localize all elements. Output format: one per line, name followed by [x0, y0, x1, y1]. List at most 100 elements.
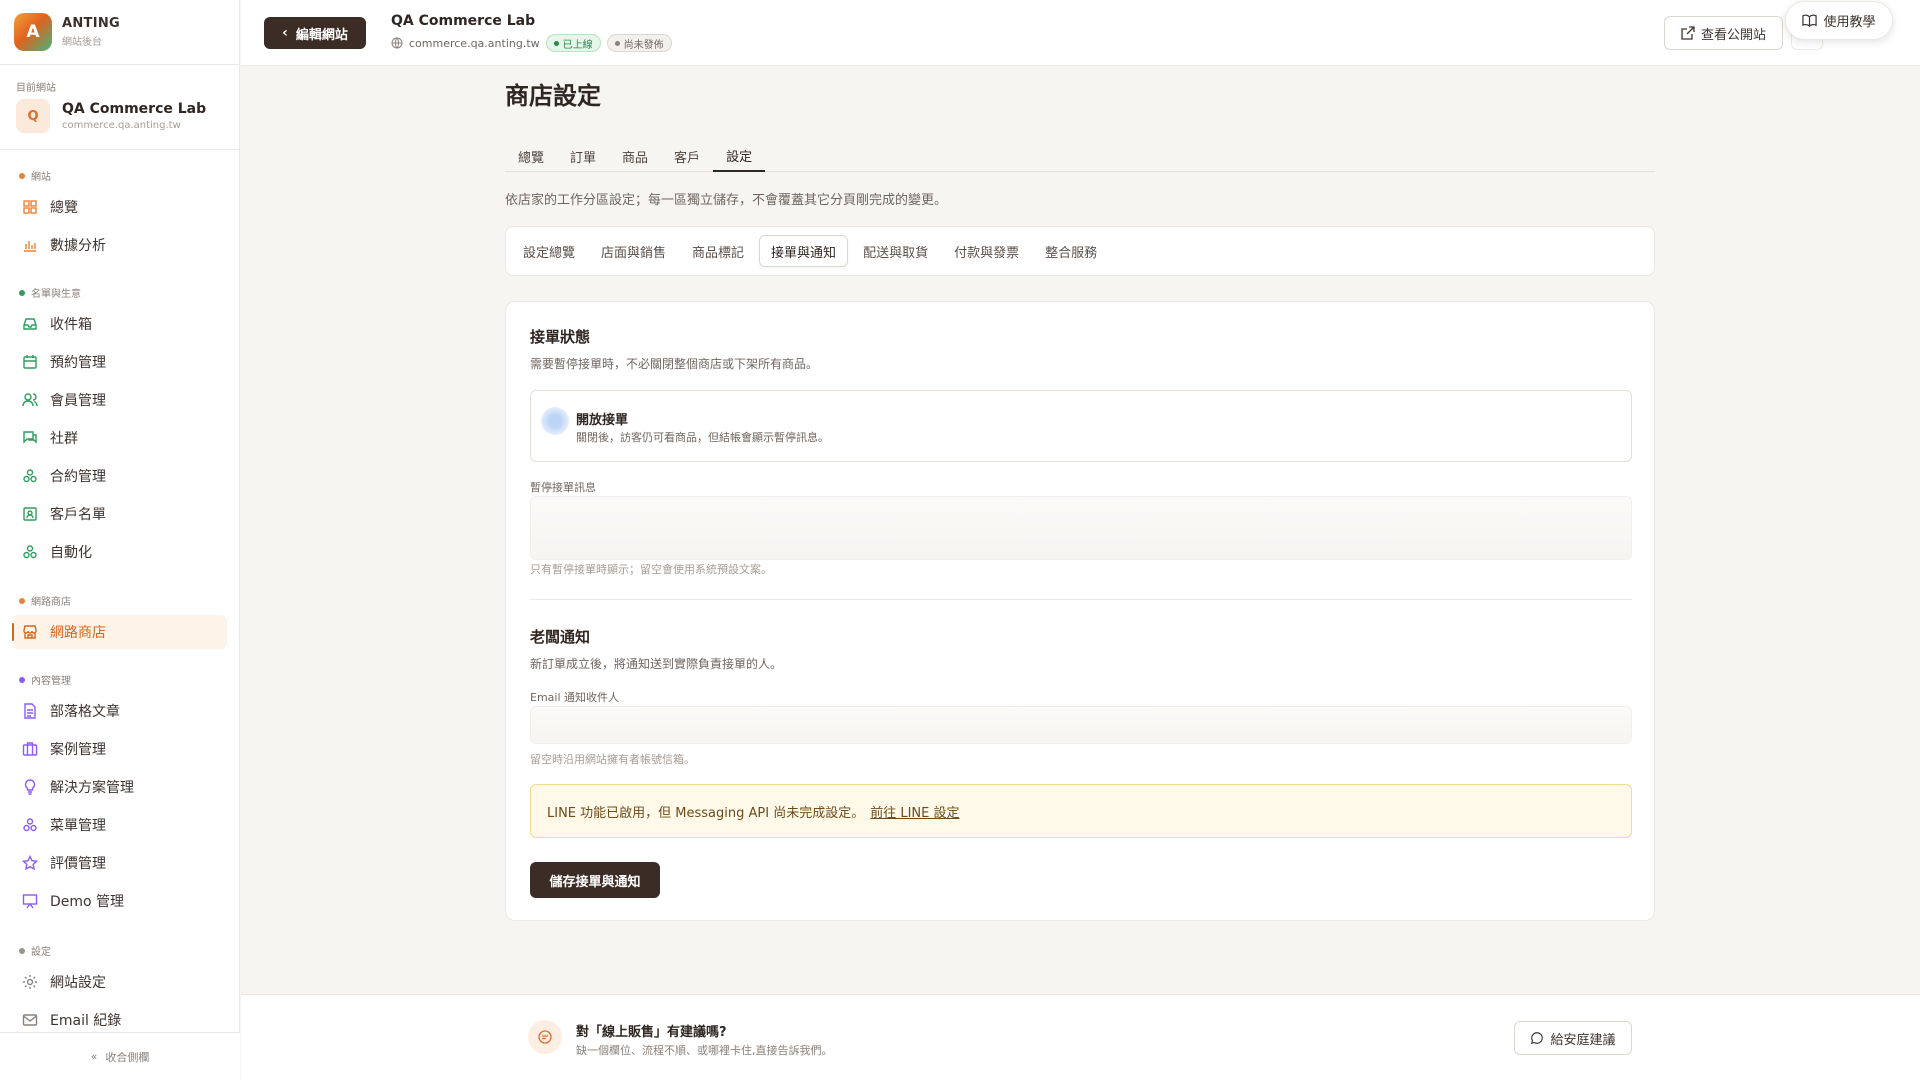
subtab-integrations[interactable]: 整合服務: [1034, 235, 1108, 267]
sidebar-item-label: 總覽: [50, 200, 78, 216]
sidebar-item-blog[interactable]: 部落格文章: [12, 694, 227, 728]
sidebar-item-members[interactable]: 會員管理: [12, 383, 227, 417]
sidebar-item-booking[interactable]: 預約管理: [12, 345, 227, 379]
sidebar-item-community[interactable]: 社群: [12, 421, 227, 455]
sidebar-item-label: 部落格文章: [50, 704, 120, 720]
current-site-caption: 目前網站: [16, 83, 56, 94]
sidebar-item-site-settings[interactable]: 網站設定: [12, 965, 227, 999]
tab-orders[interactable]: 訂單: [557, 140, 609, 172]
page-title: 商店設定: [505, 82, 601, 110]
brand-logo: A: [14, 13, 52, 51]
calendar-icon: [23, 355, 37, 369]
sidebar-item-label: 數據分析: [50, 238, 106, 254]
sidebar-item-store[interactable]: 網路商店: [12, 615, 227, 649]
sidebar-item-overview[interactable]: 總覽: [12, 190, 227, 224]
subtab-shipping[interactable]: 配送與取貨: [852, 235, 939, 267]
give-feedback-button[interactable]: 給安庭建議: [1514, 1021, 1632, 1055]
sidebar-item-clients[interactable]: 客戶名單: [12, 497, 227, 531]
site-name: QA Commerce Lab: [62, 101, 207, 117]
subtab-product-tags[interactable]: 商品標記: [681, 235, 755, 267]
grid-icon: [23, 200, 37, 214]
orders-notifications-card: 接單狀態 需要暫停接單時，不必關閉整個商店或下架所有商品。 開放接單 關閉後，訪…: [505, 301, 1655, 921]
tab-overview[interactable]: 總覽: [505, 140, 557, 172]
sidebar-item-label: 評價管理: [50, 856, 106, 872]
sidebar-item-cases[interactable]: 案例管理: [12, 732, 227, 766]
sidebar-item-label: 網站設定: [50, 975, 106, 991]
section-dot: [19, 289, 25, 296]
sidebar-item-automation[interactable]: 自動化: [12, 535, 227, 569]
sidebar-item-inbox[interactable]: 收件箱: [12, 307, 227, 341]
tutorial-label: 使用教學: [1823, 15, 1876, 30]
cluster-icon: [23, 469, 37, 483]
edit-site-button[interactable]: ‹ 編輯網站: [264, 17, 366, 49]
sidebar-item-label: 社群: [50, 431, 78, 447]
sidebar-item-analytics[interactable]: 數據分析: [12, 228, 227, 262]
cluster-icon: [23, 818, 37, 832]
mail-icon: [22, 1014, 38, 1026]
pause-message-label: 暫停接單訊息: [530, 481, 596, 494]
chat-icon: [23, 431, 37, 444]
sidebar-item-label: Email 紀錄: [50, 1013, 122, 1029]
inbox-icon: [23, 318, 37, 330]
view-public-site-button[interactable]: 查看公開站: [1664, 16, 1783, 50]
sidebar-item-contracts[interactable]: 合約管理: [12, 459, 227, 493]
brand-name: ANTING: [62, 16, 120, 31]
sidebar-item-solutions[interactable]: 解決方案管理: [12, 770, 227, 804]
site-url: commerce.qa.anting.tw: [62, 120, 181, 131]
email-recipient-hint: 留空時沿用網站擁有者帳號信箱。: [530, 753, 695, 766]
section-divider: [530, 599, 1632, 600]
accept-orders-toggle[interactable]: [541, 407, 569, 435]
section-content: 內容管理: [19, 672, 71, 687]
line-settings-link[interactable]: 前往 LINE 設定: [870, 802, 959, 821]
presentation-icon: [22, 894, 38, 909]
book-icon: [1802, 14, 1818, 27]
sidebar-item-menu[interactable]: 菜單管理: [12, 808, 227, 842]
site-avatar: Q: [16, 99, 50, 133]
sidebar-item-label: 案例管理: [50, 742, 106, 758]
email-recipient-input[interactable]: [530, 706, 1632, 744]
tab-products[interactable]: 商品: [609, 140, 661, 172]
collapse-label: 收合側欄: [105, 1050, 150, 1064]
subtab-settings-overview[interactable]: 設定總覽: [512, 235, 586, 267]
sidebar-item-label: 菜單管理: [50, 818, 106, 834]
pause-message-hint: 只有暫停接單時顯示；留空會使用系統預設文案。: [530, 563, 772, 576]
subtab-payment-invoice[interactable]: 付款與發票: [943, 235, 1030, 267]
collapse-sidebar-button[interactable]: « 收合側欄: [0, 1032, 240, 1080]
sidebar-item-demo[interactable]: Demo 管理: [12, 884, 227, 918]
lightbulb-icon: [24, 779, 36, 795]
status-badge-draft: 尚未發佈: [606, 34, 672, 52]
feedback-subtitle: 缺一個欄位、流程不順、或哪裡卡住,直接告訴我們。: [576, 1044, 833, 1057]
owner-notify-title: 老闆通知: [530, 628, 591, 646]
section-website: 網站: [19, 168, 51, 183]
view-site-label: 查看公開站: [1700, 27, 1766, 43]
section-label: 設定: [31, 947, 51, 958]
line-setup-alert: LINE 功能已啟用，但 Messaging API 尚未完成設定。 前往 LI…: [530, 784, 1632, 838]
accept-orders-desc: 關閉後，訪客仍可看商品，但結帳會顯示暫停訊息。: [576, 431, 829, 444]
sidebar-item-label: 收件箱: [50, 317, 92, 333]
brand[interactable]: A ANTING 網站後台: [14, 13, 120, 51]
divider: [0, 149, 240, 150]
bar-chart-icon: [24, 241, 36, 252]
feedback-icon: [528, 1020, 562, 1054]
sidebar-item-label: 預約管理: [50, 355, 106, 371]
order-status-title: 接單狀態: [530, 328, 591, 346]
feedback-footer: 對「線上販售」有建議嗎? 缺一個欄位、流程不順、或哪裡卡住,直接告訴我們。 給安…: [241, 994, 1920, 1080]
current-site-card[interactable]: Q QA Commerce Lab commerce.qa.anting.tw: [16, 99, 206, 133]
subtab-storefront[interactable]: 店面與銷售: [590, 235, 677, 267]
owner-notify-desc: 新訂單成立後，將通知送到實際負責接單的人。: [530, 657, 783, 671]
section-label: 網站: [31, 172, 51, 183]
tab-settings[interactable]: 設定: [713, 140, 766, 172]
alert-text: LINE 功能已啟用，但 Messaging API 尚未完成設定。: [547, 805, 865, 821]
tab-customers[interactable]: 客戶: [661, 140, 713, 172]
pause-message-input[interactable]: [530, 496, 1632, 560]
accept-orders-title: 開放接單: [576, 413, 629, 428]
order-status-desc: 需要暫停接單時，不必關閉整個商店或下架所有商品。: [530, 357, 819, 371]
double-chevron-left-icon: «: [90, 1050, 98, 1063]
subtab-orders-notifications[interactable]: 接單與通知: [759, 235, 849, 267]
sidebar-item-reviews[interactable]: 評價管理: [12, 846, 227, 880]
accept-orders-option: 開放接單 關閉後，訪客仍可看商品，但結帳會顯示暫停訊息。: [530, 390, 1632, 462]
section-dot: [19, 172, 25, 179]
sidebar-item-label: 會員管理: [50, 393, 106, 409]
save-button[interactable]: 儲存接單與通知: [530, 862, 660, 898]
tutorial-button[interactable]: 使用教學: [1785, 1, 1893, 40]
